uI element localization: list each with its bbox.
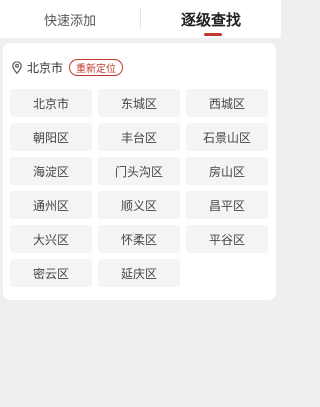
location-pin-icon (11, 60, 23, 74)
current-location-row: 北京市 重新定位 (11, 57, 124, 77)
district-item[interactable]: 丰台区 (98, 123, 180, 151)
tab-quick-add[interactable]: 快速添加 (0, 0, 140, 38)
district-item[interactable]: 门头沟区 (98, 157, 180, 185)
current-city: 北京市 (27, 60, 64, 75)
district-item[interactable]: 海淀区 (10, 157, 92, 185)
district-item[interactable]: 石景山区 (186, 123, 268, 151)
district-item[interactable]: 通州区 (10, 191, 92, 219)
district-item[interactable]: 顺义区 (98, 191, 180, 219)
district-card: 北京市 重新定位 北京市 东城区 西城区 朝阳区 丰台区 石景山区 海淀区 门头沟区 房山区 通州… (3, 43, 276, 300)
district-item[interactable]: 密云区 (10, 259, 92, 287)
district-item[interactable]: 北京市 (10, 89, 92, 117)
district-item[interactable]: 房山区 (186, 157, 268, 185)
district-item[interactable]: 怀柔区 (98, 225, 180, 253)
district-item[interactable]: 大兴区 (10, 225, 92, 253)
relocate-button[interactable]: 重新定位 (69, 58, 124, 76)
district-item[interactable]: 延庆区 (98, 259, 180, 287)
district-item[interactable]: 西城区 (186, 89, 268, 117)
district-item[interactable]: 朝阳区 (10, 123, 92, 151)
district-grid: 北京市 东城区 西城区朝阳区 丰台区 石景山区海淀区 门头沟区 房山区通州区 顺义区 昌平区大兴… (10, 89, 274, 287)
tab-bar: 快速添加 逐级查找 (0, 0, 281, 38)
district-item[interactable]: 昌平区 (186, 191, 268, 219)
district-item[interactable]: 平谷区 (186, 225, 268, 253)
district-item[interactable]: 东城区 (98, 89, 180, 117)
active-tab-indicator (204, 33, 222, 36)
